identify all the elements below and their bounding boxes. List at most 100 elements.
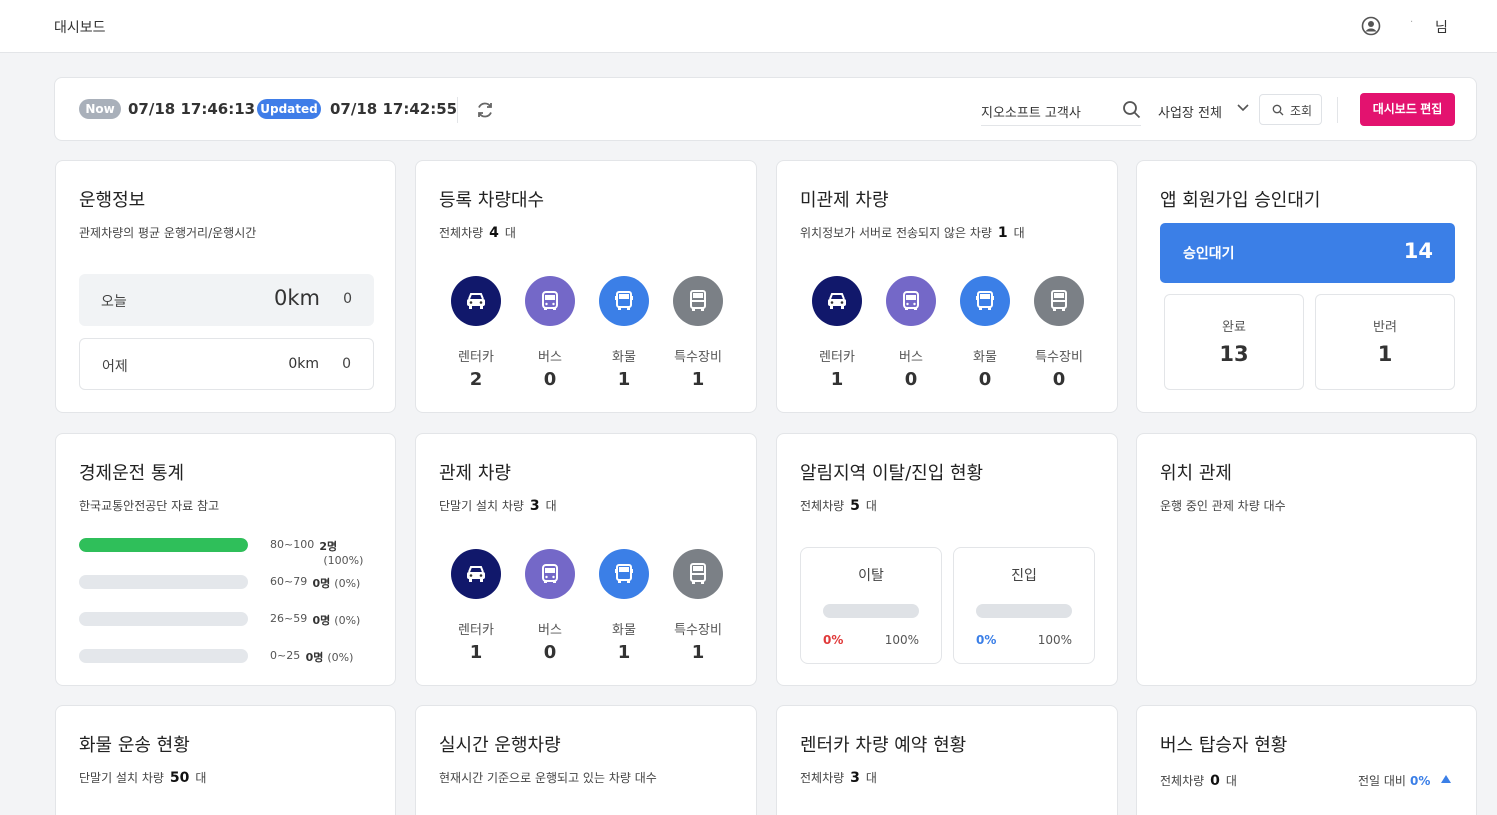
uncontrolled-vehicles-card: 미관제 차량 위치정보가 서버로 전송되지 않은 차량 1 대 렌터카 1 버스 0 화물 0… <box>776 160 1118 413</box>
realtime-driving-card: 실시간 운행차량 현재시간 기준으로 운행되고 있는 차량 대수 <box>415 705 757 815</box>
updated-badge: Updated <box>257 99 321 119</box>
cargo-transport-card: 화물 운송 현황 단말기 설치 차량 50 대 <box>55 705 396 815</box>
zone-enter-box[interactable]: 진입 0% 100% <box>953 547 1095 664</box>
top-bar: 대시보드 · 님 <box>0 0 1497 53</box>
vehicle-type-item[interactable]: 렌터카 1 <box>800 273 874 393</box>
car-icon <box>451 276 501 326</box>
completed-count: 13 <box>1219 342 1249 366</box>
dashboard-edit-button[interactable]: 대시보드 편집 <box>1360 93 1455 126</box>
special-vehicle-icon <box>673 549 723 599</box>
vehicle-type-item[interactable]: 특수장비 1 <box>661 273 735 393</box>
query-button-label: 조회 <box>1290 104 1313 118</box>
vehicle-type-item[interactable]: 화물 1 <box>587 273 661 393</box>
vehicle-type-item[interactable]: 화물 0 <box>948 273 1022 393</box>
rental-reservation-card: 렌터카 차량 예약 현황 전체차량 3 대 <box>776 705 1118 815</box>
search-icon[interactable] <box>1122 100 1141 119</box>
user-account-icon[interactable] <box>1361 16 1381 36</box>
eco-driving-card: 경제운전 통계 한국교통안전공단 자료 참고 80~100 2명(100%) 60~… <box>55 433 396 686</box>
chevron-down-icon <box>1237 104 1249 112</box>
vehicle-type-count: 0 <box>543 369 557 390</box>
card-title: 앱 회원가입 승인대기 <box>1160 190 1321 211</box>
rejected-box[interactable]: 반려 1 <box>1315 294 1455 390</box>
vehicle-type-list: 렌터카 1 버스 0 화물 1 특수장비 1 <box>439 546 739 666</box>
vehicle-type-item[interactable]: 버스 0 <box>513 546 587 666</box>
eco-score-bar <box>79 575 248 589</box>
vehicle-type-item[interactable]: 화물 1 <box>587 546 661 666</box>
location-control-card: 위치 관제 운행 중인 관제 차량 대수 <box>1136 433 1477 686</box>
zone-alert-card: 알림지역 이탈/진입 현황 전체차량 5 대 이탈 0% 100% 진입 0% 10… <box>776 433 1118 686</box>
eco-score-range: 0~25 <box>270 649 301 662</box>
card-title: 위치 관제 <box>1160 463 1232 484</box>
zone-exit-box[interactable]: 이탈 0% 100% <box>800 547 942 664</box>
vehicle-type-count: 1 <box>617 642 631 663</box>
query-button[interactable]: 조회 <box>1259 94 1322 125</box>
pending-count: 14 <box>1403 239 1433 263</box>
vehicle-type-item[interactable]: 렌터카 1 <box>439 546 513 666</box>
truck-icon <box>599 276 649 326</box>
bus-icon <box>525 276 575 326</box>
vehicle-type-item[interactable]: 특수장비 1 <box>661 546 735 666</box>
today-row: 오늘 0km 0 <box>79 274 374 326</box>
completed-box[interactable]: 완료 13 <box>1164 294 1304 390</box>
divider <box>457 97 458 123</box>
vehicle-type-label: 버스 <box>538 623 562 638</box>
card-subtitle: 관제차량의 평균 운행거리/운행시간 <box>79 226 257 240</box>
vehicle-type-list: 렌터카 2 버스 0 화물 1 특수장비 1 <box>439 273 739 393</box>
car-icon <box>812 276 862 326</box>
search-icon <box>1272 104 1284 116</box>
eco-score-range: 80~100 <box>270 538 315 551</box>
eco-score-bar <box>79 538 248 552</box>
site-select[interactable]: 사업장 전체 <box>1158 94 1250 126</box>
signup-approval-card: 앱 회원가입 승인대기 승인대기 14 완료 13 반려 1 <box>1136 160 1477 413</box>
eco-score-bar <box>79 612 248 626</box>
eco-score-count: 0명 (0%) <box>312 614 361 627</box>
controlled-vehicles-card: 관제 차량 단말기 설치 차량 3 대 렌터카 1 버스 0 화물 1 특수장비 1 <box>415 433 757 686</box>
vehicle-type-count: 0 <box>904 369 918 390</box>
yesterday-count: 0 <box>342 356 351 372</box>
triangle-up-icon <box>1441 775 1452 783</box>
vehicle-type-label: 화물 <box>612 623 636 638</box>
vehicle-type-label: 렌터카 <box>819 350 855 365</box>
yesterday-label: 어제 <box>102 359 128 375</box>
eco-score-bar-fill <box>79 538 248 552</box>
refresh-icon[interactable] <box>474 99 496 121</box>
vehicle-type-label: 특수장비 <box>674 623 722 638</box>
page-title: 대시보드 <box>54 20 106 36</box>
vehicle-type-count: 1 <box>617 369 631 390</box>
vehicle-type-list: 렌터카 1 버스 0 화물 0 특수장비 0 <box>800 273 1100 393</box>
eco-score-range: 26~59 <box>270 612 308 625</box>
vehicle-type-item[interactable]: 버스 0 <box>513 273 587 393</box>
card-title: 운행정보 <box>79 190 146 211</box>
vehicle-type-item[interactable]: 렌터카 2 <box>439 273 513 393</box>
vehicle-type-label: 버스 <box>899 350 923 365</box>
card-title: 경제운전 통계 <box>79 463 185 484</box>
vehicle-type-label: 화물 <box>973 350 997 365</box>
zone-exit-bar <box>823 604 919 618</box>
zone-exit-label: 이탈 <box>858 568 884 584</box>
vehicle-type-label: 화물 <box>612 350 636 365</box>
company-search-input[interactable]: 지오소프트 고객사 <box>981 94 1141 126</box>
card-subtitle: 단말기 설치 차량 50 대 <box>79 770 207 786</box>
card-title: 등록 차량대수 <box>439 190 545 211</box>
card-subtitle: 전체차량 0 대 <box>1160 773 1237 789</box>
vehicle-type-count: 2 <box>469 369 483 390</box>
user-suffix: 님 <box>1435 20 1448 36</box>
card-title: 관제 차량 <box>439 463 511 484</box>
rejected-label: 반려 <box>1373 320 1397 335</box>
vehicle-type-item[interactable]: 특수장비 0 <box>1022 273 1096 393</box>
card-title: 버스 탑승자 현황 <box>1160 735 1288 756</box>
eco-score-count: 2명(100%) <box>319 540 364 567</box>
today-distance: 0km <box>274 286 320 310</box>
zone-enter-label: 진입 <box>1011 568 1037 584</box>
rejected-count: 1 <box>1377 342 1393 366</box>
eco-score-row: 0~25 0명 (0%) <box>79 647 379 664</box>
eco-score-row: 26~59 0명 (0%) <box>79 610 379 627</box>
bus-icon <box>886 276 936 326</box>
card-subtitle: 단말기 설치 차량 3 대 <box>439 498 557 514</box>
eco-score-row: 80~100 2명(100%) <box>79 536 379 567</box>
card-title: 화물 운송 현황 <box>79 735 190 756</box>
vehicle-type-item[interactable]: 버스 0 <box>874 273 948 393</box>
pending-approval-box[interactable]: 승인대기 14 <box>1160 223 1455 283</box>
zone-enter-min: 0% <box>976 633 997 647</box>
card-subtitle: 운행 중인 관제 차량 대수 <box>1160 499 1286 513</box>
